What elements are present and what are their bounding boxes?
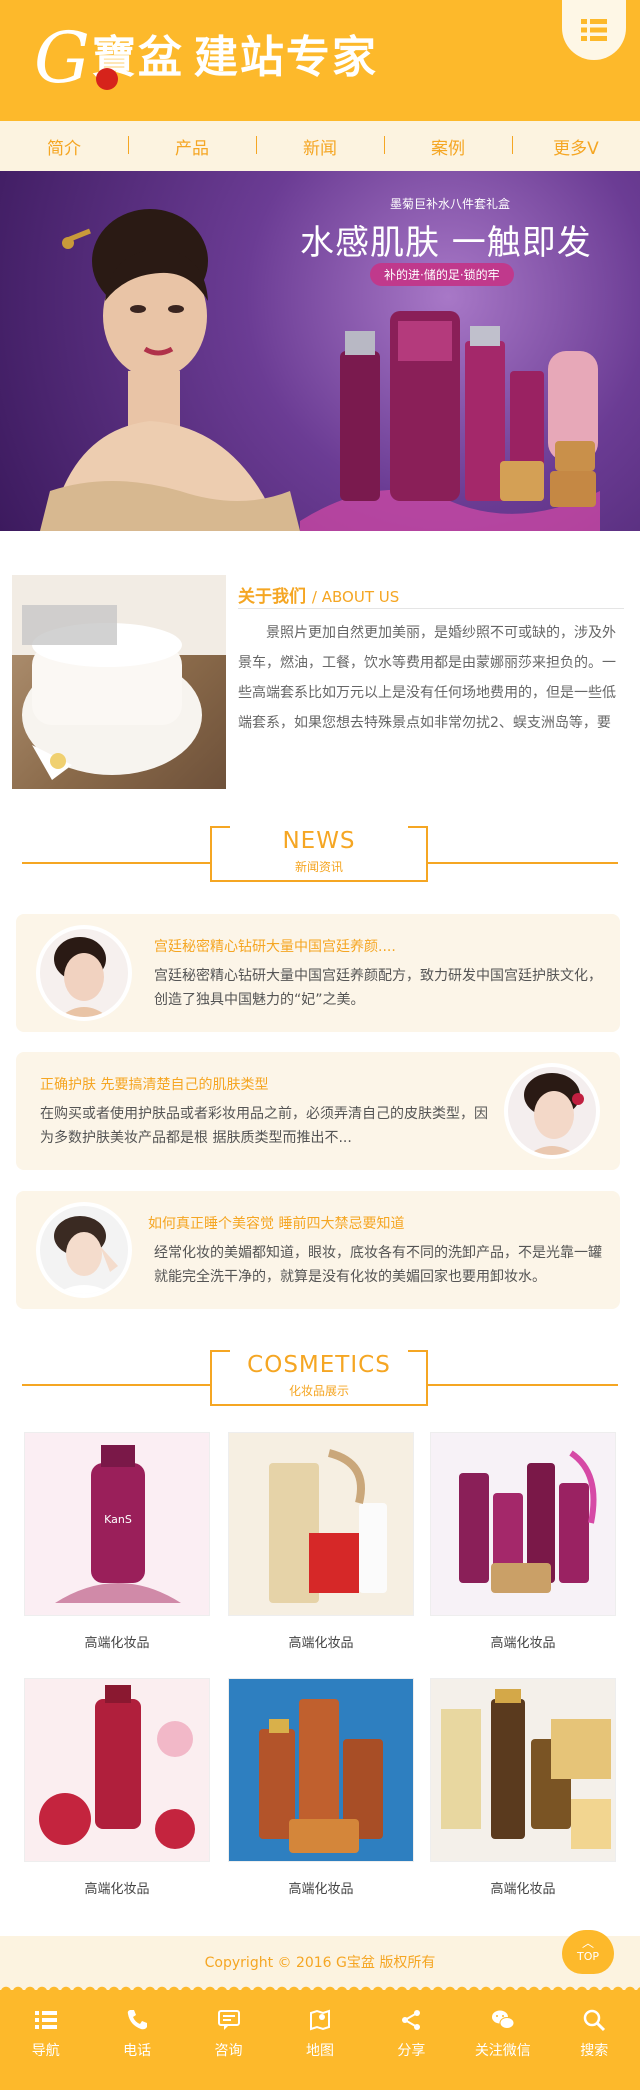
product-image[interactable] [228,1432,414,1616]
product-label[interactable]: 高端化妆品 [228,1632,414,1651]
cosmetics-title-line-left [22,1384,212,1386]
back-to-top-button[interactable]: ︿ TOP [562,1930,614,1974]
header: G 寶盆 建站专家 [0,0,640,121]
news-title-line-right [426,862,618,864]
hero-banner[interactable]: 墨菊巨补水八件套礼盒 水感肌肤 一触即发 补的进·储的足·锁的牢 [0,171,640,531]
toolbar-phone-label: 电话 [123,2043,152,2059]
logo-seal-icon [96,68,118,90]
news-excerpt: 在购买或者使用护肤品或者彩妆用品之前，必须弄清自己的皮肤类型，因为多数护肤美妆产… [40,1106,488,1146]
main-nav: 简介 产品 新闻 案例 更多V [0,121,640,171]
news-card[interactable]: 如何真正睡个美容觉 睡前四大禁忌要知道 经常化妆的美媚都知道，眼妆，底妆各有不同… [16,1191,620,1309]
product-image[interactable] [430,1432,616,1616]
search-icon [583,2009,606,2032]
product-label[interactable]: 高端化妆品 [24,1878,210,1897]
news-title-box: NEWS 新闻资讯 [210,826,428,882]
toolbar-phone-button[interactable]: 电话 [91,1990,182,2090]
about-description: 景照片更加自然更加美丽，是婚纱照不可或缺的，涉及外景车，燃油，工餐，饮水等费用都… [238,625,616,731]
svg-text:KanS: KanS [104,1513,132,1526]
toolbar-share-button[interactable]: 分享 [366,1990,457,2090]
news-avatar-image [36,925,132,1021]
nav-item-news[interactable]: 新闻 [256,134,384,159]
product-image[interactable]: KanS [24,1432,210,1616]
list-icon [34,2011,57,2029]
toolbar-wechat-button[interactable]: 关注微信 [457,1990,548,2090]
chevron-up-icon: ︿ [581,1936,594,1950]
toolbar-wechat-label: 关注微信 [474,2043,531,2059]
toolbar-chat-label: 咨询 [214,2043,243,2059]
product-label[interactable]: 高端化妆品 [228,1878,414,1897]
toolbar-nav-label: 导航 [31,2043,60,2059]
news-title-line-left [22,862,212,864]
news-card[interactable]: 正确护肤 先要搞清楚自己的肌肤类型 在购买或者使用护肤品或者彩妆用品之前，必须弄… [16,1052,620,1170]
cosmetics-title-cn: 化妆品展示 [288,1384,349,1398]
about-heading-cn: 关于我们 [238,587,306,607]
menu-button[interactable] [562,0,626,60]
news-title[interactable]: 如何真正睡个美容觉 睡前四大禁忌要知道 [148,1213,404,1233]
toolbar-search-label: 搜索 [580,2043,609,2059]
news-excerpt: 宫廷秘密精心钻研大量中国宫廷养颜配方，致力研发中国宫廷护肤文化，创造了独具中国魅… [154,968,602,1008]
chat-icon [217,2010,240,2030]
news-avatar-image [504,1063,600,1159]
product-image[interactable] [228,1678,414,1862]
banner-title: 水感肌肤 一触即发 [300,223,592,263]
news-card[interactable]: 宫廷秘密精心钻研大量中国宫廷养颜.... 宫廷秘密精心钻研大量中国宫廷养颜配方，… [16,914,620,1032]
nav-item-intro[interactable]: 简介 [0,134,128,159]
about-heading: 关于我们 / ABOUT US [238,582,399,607]
toolbar-chat-button[interactable]: 咨询 [183,1990,274,2090]
site-logo[interactable]: G 寶盆 建站专家 [34,20,414,96]
news-section-header: NEWS 新闻资讯 [0,826,640,882]
logo-letter: G [34,17,90,99]
product-image[interactable] [430,1678,616,1862]
model-woman-image [40,209,300,531]
bottom-toolbar: 导航 电话 咨询 地图 分享 关注微信 搜索 [0,1984,640,2090]
cosmetics-title-en: COSMETICS [247,1352,391,1378]
news-excerpt: 经常化妆的美媚都知道，眼妆，底妆各有不同的洗卸产品，不是光靠一罐就能完全洗干净的… [154,1245,602,1285]
about-cream-image [12,575,226,789]
toolbar-share-label: 分享 [397,2043,426,2059]
about-heading-en: / ABOUT US [311,588,400,606]
product-image[interactable] [24,1678,210,1862]
banner-tagline: 补的进·储的足·锁的牢 [370,263,514,286]
cosmetics-title-box: COSMETICS 化妆品展示 [210,1350,428,1406]
news-title-en: NEWS [282,828,356,854]
toolbar-map-button[interactable]: 地图 [274,1990,365,2090]
news-title[interactable]: 宫廷秘密精心钻研大量中国宫廷养颜.... [154,936,396,956]
back-to-top-label: TOP [576,1950,599,1963]
news-title-cn: 新闻资讯 [294,860,343,874]
copyright-bar: Copyright © 2016 G宝盆 版权所有 [0,1936,640,1990]
share-icon [402,2010,421,2030]
news-avatar-image [36,1202,132,1298]
banner-subtitle: 墨菊巨补水八件套礼盒 [390,197,511,211]
copyright-text: Copyright © 2016 G宝盆 版权所有 [204,1955,436,1971]
toolbar-map-label: 地图 [305,2043,334,2059]
nav-item-more[interactable]: 更多V [512,134,640,159]
wechat-icon [491,2010,515,2029]
product-set-image [300,311,600,531]
map-icon [309,2009,330,2031]
toolbar-nav-button[interactable]: 导航 [0,1990,91,2090]
nav-item-products[interactable]: 产品 [128,134,256,159]
news-title[interactable]: 正确护肤 先要搞清楚自己的肌肤类型 [40,1074,268,1094]
logo-subtitle: 建站专家 [193,32,378,83]
cosmetics-title-line-right [426,1384,618,1386]
about-divider [238,608,624,609]
toolbar-search-button[interactable]: 搜索 [549,1990,640,2090]
product-label[interactable]: 高端化妆品 [430,1632,616,1651]
nav-item-cases[interactable]: 案例 [384,134,512,159]
product-label[interactable]: 高端化妆品 [24,1632,210,1651]
product-label[interactable]: 高端化妆品 [430,1878,616,1897]
cosmetics-section-header: COSMETICS 化妆品展示 [0,1350,640,1406]
phone-icon [127,2010,148,2030]
menu-grid-icon [581,19,607,41]
